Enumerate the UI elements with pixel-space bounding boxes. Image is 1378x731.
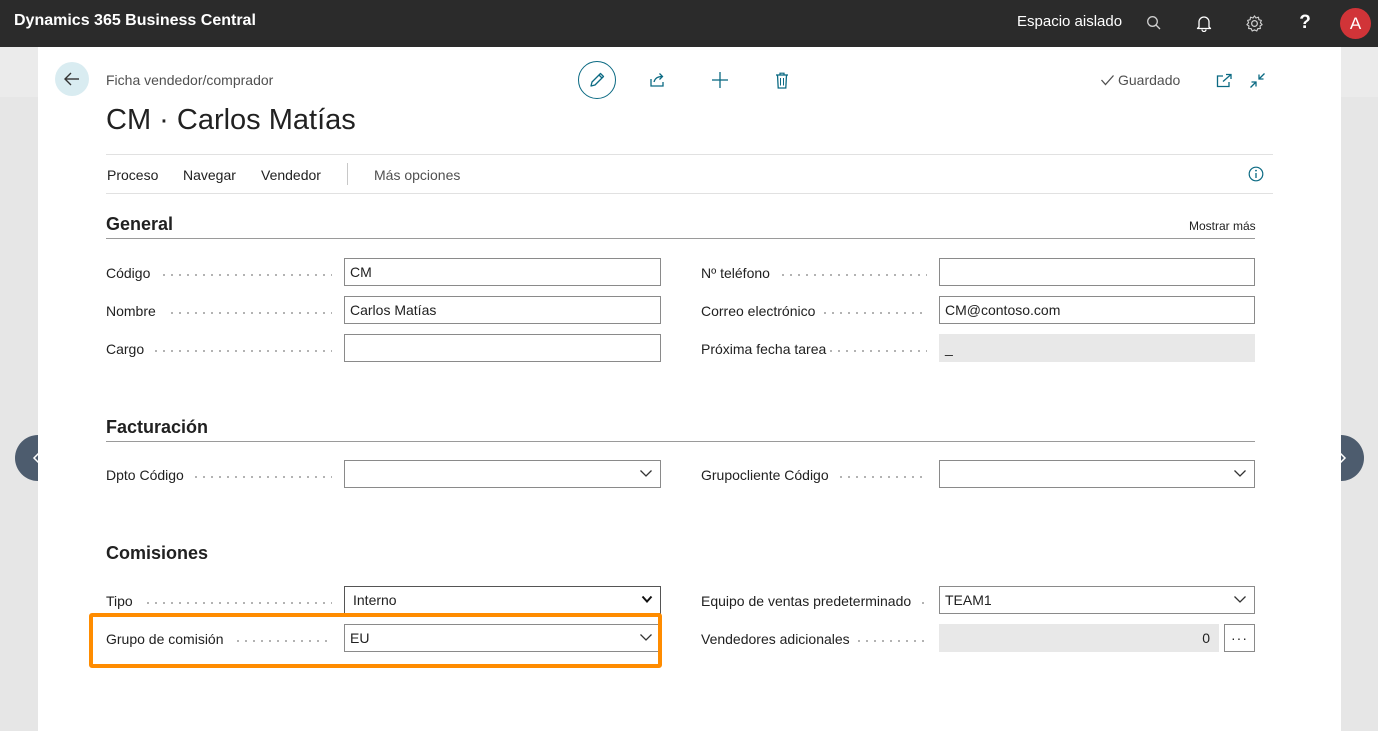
menu-vendedor[interactable]: Vendedor [261, 167, 321, 183]
trash-icon [776, 72, 788, 89]
action-bar: Proceso Navegar Vendedor Más opciones [106, 154, 1273, 194]
field-label-proxima-fecha: Próxima fecha tarea [701, 341, 827, 357]
edit-button[interactable] [578, 61, 616, 99]
codigo-input[interactable]: CM [344, 258, 661, 286]
share-button[interactable] [647, 69, 669, 91]
environment-label: Espacio aislado [1017, 13, 1123, 30]
field-label-equipo: Equipo de ventas predeterminado [701, 593, 912, 609]
collapse-button[interactable] [1246, 69, 1268, 91]
breadcrumb: Ficha vendedor/comprador [106, 72, 274, 88]
field-label-tipo: Tipo [106, 593, 133, 609]
field-leader [192, 476, 332, 478]
tipo-select[interactable]: Interno [344, 586, 661, 614]
search-icon[interactable] [1143, 12, 1165, 34]
share-icon [650, 73, 664, 87]
app-title[interactable]: Dynamics 365 Business Central [14, 12, 256, 30]
field-leader [168, 312, 332, 314]
field-leader [152, 350, 332, 352]
plus-icon [712, 72, 728, 88]
section-divider [106, 441, 1255, 442]
equipo-select-value: TEAM1 [945, 592, 992, 608]
chevron-down-icon [640, 470, 652, 477]
field-label-telefono: Nº teléfono [701, 265, 770, 281]
section-title-general[interactable]: General [106, 214, 173, 235]
chevron-down-icon [1234, 596, 1246, 603]
field-leader [827, 350, 927, 352]
field-leader [144, 602, 332, 604]
page-title: CM · Carlos Matías [106, 104, 356, 136]
field-label-correo: Correo electrónico [701, 303, 816, 319]
help-icon[interactable]: ? [1294, 12, 1316, 34]
bell-icon[interactable] [1193, 12, 1215, 34]
proxima-fecha-field: _ [939, 334, 1255, 362]
saved-status: Guardado [1100, 72, 1180, 88]
section-title-comisiones[interactable]: Comisiones [106, 543, 208, 564]
collapse-icon [1249, 72, 1265, 88]
cargo-input[interactable] [344, 334, 661, 362]
checkmark-icon [1101, 75, 1114, 86]
equipo-select[interactable]: TEAM1 [939, 586, 1255, 614]
back-button[interactable] [55, 62, 89, 96]
field-leader [837, 476, 927, 478]
field-leader [160, 274, 332, 276]
grupocliente-select[interactable] [939, 460, 1255, 488]
open-new-window-button[interactable] [1213, 69, 1235, 91]
nombre-input[interactable]: Carlos Matías [344, 296, 661, 324]
field-label-nombre: Nombre [106, 303, 156, 319]
telefono-input[interactable] [939, 258, 1255, 286]
pencil-icon [590, 72, 605, 87]
action-bar-divider [347, 163, 348, 185]
field-label-cargo: Cargo [106, 341, 145, 357]
record-card: Ficha vendedor/comprador CM · Carlos Mat… [38, 47, 1341, 731]
menu-navegar[interactable]: Navegar [183, 167, 236, 183]
section-divider [106, 238, 1255, 239]
menu-more-options[interactable]: Más opciones [374, 167, 460, 183]
section-title-facturacion[interactable]: Facturación [106, 417, 208, 438]
vendedores-adicionales-lookup-button[interactable]: ··· [1224, 624, 1255, 652]
field-leader [855, 640, 927, 642]
field-leader [919, 602, 927, 604]
chevron-down-icon [1234, 470, 1246, 477]
highlight-box [89, 613, 662, 668]
info-icon[interactable] [1248, 166, 1264, 187]
menu-proceso[interactable]: Proceso [107, 167, 158, 183]
correo-input[interactable]: CM@contoso.com [939, 296, 1255, 324]
back-arrow-icon [64, 72, 79, 86]
open-in-new-window-icon [1216, 73, 1232, 87]
tipo-select-value: Interno [353, 592, 397, 608]
delete-button[interactable] [771, 69, 793, 91]
add-button[interactable] [709, 69, 731, 91]
vendedores-adicionales-field: 0 [939, 624, 1219, 652]
saved-status-label: Guardado [1118, 72, 1181, 88]
field-label-codigo: Código [106, 265, 151, 281]
chevron-down-icon [641, 595, 653, 603]
show-more-link[interactable]: Mostrar más [1189, 219, 1256, 233]
top-bar: Dynamics 365 Business Central Espacio ai… [0, 0, 1378, 47]
field-leader [821, 312, 927, 314]
user-avatar[interactable]: A [1340, 8, 1371, 39]
field-leader [779, 274, 927, 276]
field-label-dpto: Dpto Código [106, 467, 184, 483]
field-label-vendedores-adicionales: Vendedores adicionales [701, 631, 850, 647]
field-label-grupocliente: Grupocliente Código [701, 467, 829, 483]
dpto-select[interactable] [344, 460, 661, 488]
gear-icon[interactable] [1243, 12, 1265, 34]
